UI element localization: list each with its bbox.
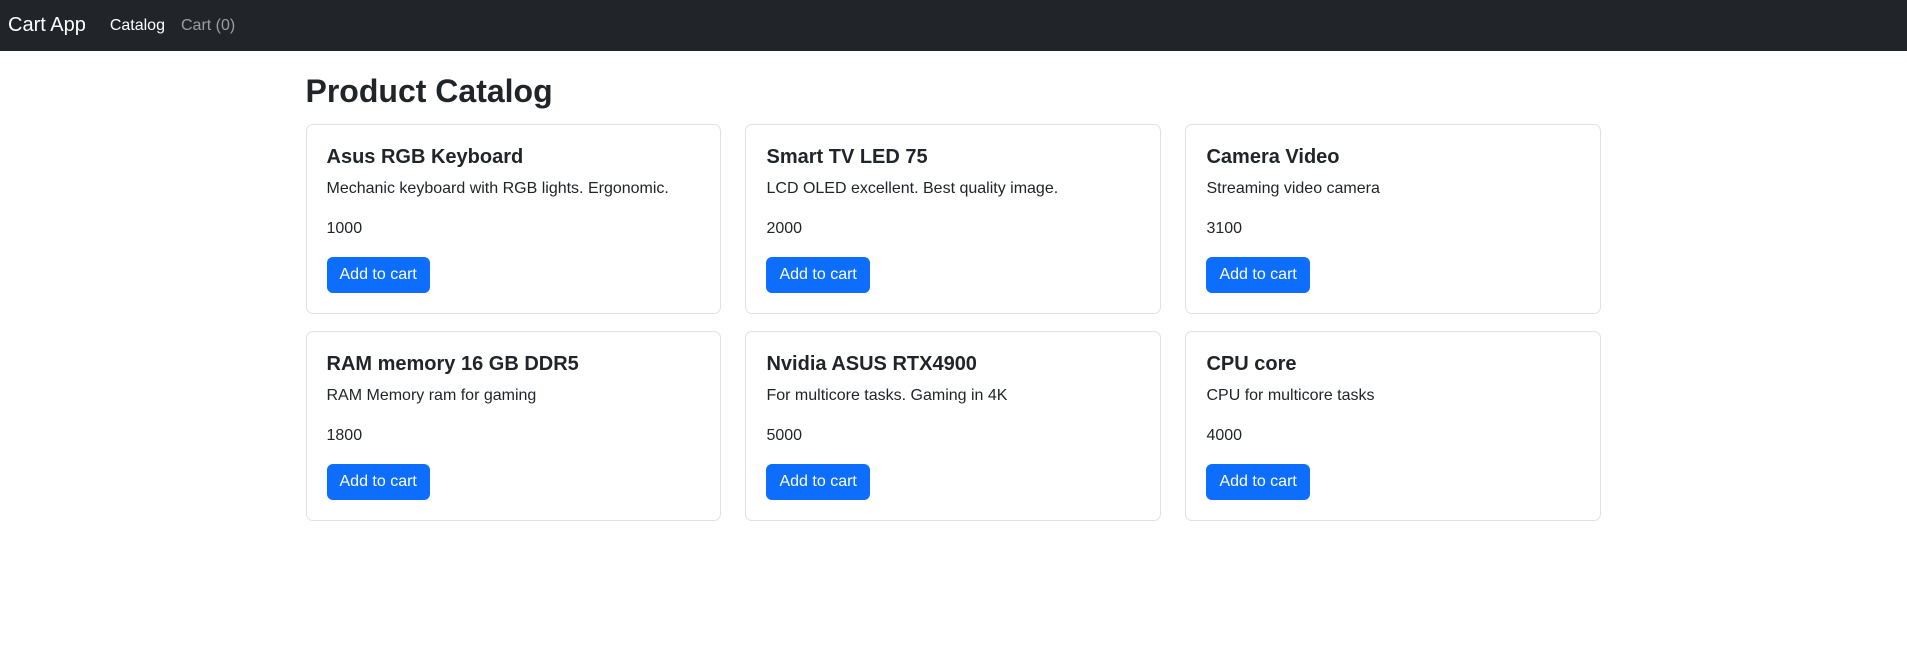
product-column: CPU core CPU for multicore tasks 4000 Ad… — [1173, 331, 1613, 521]
product-price: 4000 — [1206, 424, 1580, 448]
product-description: LCD OLED excellent. Best quality image. — [766, 177, 1140, 201]
product-name: CPU core — [1206, 352, 1580, 376]
product-price: 1000 — [327, 217, 701, 241]
product-card: Asus RGB Keyboard Mechanic keyboard with… — [306, 124, 722, 314]
product-name: Camera Video — [1206, 145, 1580, 169]
product-column: RAM memory 16 GB DDR5 RAM Memory ram for… — [294, 331, 734, 521]
product-description: RAM Memory ram for gaming — [327, 384, 701, 408]
product-card: Nvidia ASUS RTX4900 For multicore tasks.… — [745, 331, 1161, 521]
product-price: 1800 — [327, 424, 701, 448]
product-name: Asus RGB Keyboard — [327, 145, 701, 169]
product-name: Smart TV LED 75 — [766, 145, 1140, 169]
product-column: Smart TV LED 75 LCD OLED excellent. Best… — [733, 124, 1173, 314]
page-title: Product Catalog — [306, 72, 1602, 110]
add-to-cart-button[interactable]: Add to cart — [327, 257, 430, 293]
add-to-cart-button[interactable]: Add to cart — [1206, 464, 1309, 500]
add-to-cart-button[interactable]: Add to cart — [1206, 257, 1309, 293]
product-name: Nvidia ASUS RTX4900 — [766, 352, 1140, 376]
add-to-cart-button[interactable]: Add to cart — [327, 464, 430, 500]
product-name: RAM memory 16 GB DDR5 — [327, 352, 701, 376]
product-description: Streaming video camera — [1206, 177, 1580, 201]
product-price: 3100 — [1206, 217, 1580, 241]
product-price: 5000 — [766, 424, 1140, 448]
product-card: RAM memory 16 GB DDR5 RAM Memory ram for… — [306, 331, 722, 521]
product-column: Nvidia ASUS RTX4900 For multicore tasks.… — [733, 331, 1173, 521]
product-card: Smart TV LED 75 LCD OLED excellent. Best… — [745, 124, 1161, 314]
navbar-brand[interactable]: Cart App — [8, 14, 86, 37]
product-description: For multicore tasks. Gaming in 4K — [766, 384, 1140, 408]
add-to-cart-button[interactable]: Add to cart — [766, 257, 869, 293]
nav-link-catalog[interactable]: Catalog — [102, 9, 173, 43]
product-grid: Asus RGB Keyboard Mechanic keyboard with… — [294, 124, 1614, 538]
nav-link-cart[interactable]: Cart (0) — [173, 9, 243, 43]
product-price: 2000 — [766, 217, 1140, 241]
product-card: CPU core CPU for multicore tasks 4000 Ad… — [1185, 331, 1601, 521]
product-description: CPU for multicore tasks — [1206, 384, 1580, 408]
add-to-cart-button[interactable]: Add to cart — [766, 464, 869, 500]
product-column: Camera Video Streaming video camera 3100… — [1173, 124, 1613, 314]
navbar: Cart App Catalog Cart (0) — [0, 0, 1907, 51]
product-column: Asus RGB Keyboard Mechanic keyboard with… — [294, 124, 734, 314]
product-description: Mechanic keyboard with RGB lights. Ergon… — [327, 177, 701, 201]
product-card: Camera Video Streaming video camera 3100… — [1185, 124, 1601, 314]
main-content: Product Catalog Asus RGB Keyboard Mechan… — [294, 72, 1614, 538]
